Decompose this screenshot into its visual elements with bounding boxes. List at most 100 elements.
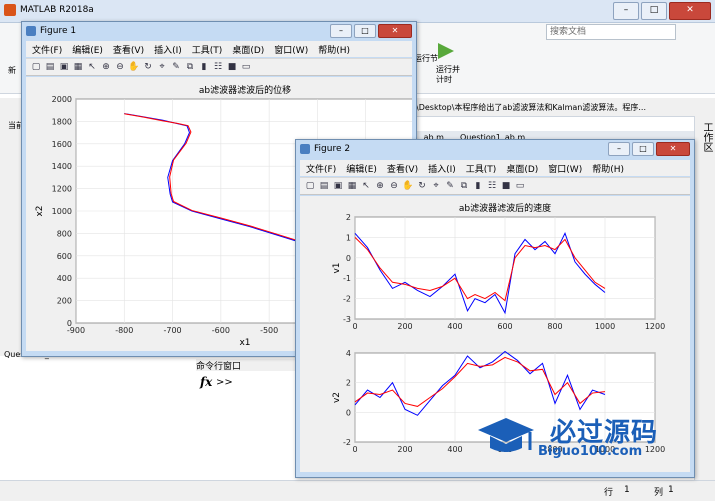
maximize-button[interactable]: □ — [641, 2, 667, 20]
y-tick-label: 200 — [57, 297, 72, 306]
print-icon[interactable]: ▦ — [72, 61, 84, 73]
minimize-button[interactable]: – — [613, 2, 639, 20]
x-tick-label: -700 — [163, 326, 181, 335]
x-tick-label: 0 — [352, 445, 357, 454]
run-section-label[interactable]: 运行节 — [414, 53, 438, 64]
menu-item-6[interactable]: 窗口(W) — [548, 162, 582, 175]
menu-item-0[interactable]: 文件(F) — [306, 162, 336, 175]
menu-item-1[interactable]: 编辑(E) — [72, 43, 103, 56]
run-time-label[interactable]: 运行并 计时 — [436, 65, 460, 85]
y-tick-label: 1200 — [52, 185, 72, 194]
y-tick-label: -2 — [343, 295, 351, 304]
menu-item-7[interactable]: 帮助(H) — [592, 162, 624, 175]
data-cursor-icon[interactable]: ⌖ — [156, 61, 168, 73]
pan-icon[interactable]: ✋ — [402, 180, 414, 192]
menu-item-1[interactable]: 编辑(E) — [346, 162, 377, 175]
y-tick-label: 2 — [346, 213, 351, 222]
legend-icon[interactable]: ☷ — [486, 180, 498, 192]
colorbar-icon[interactable]: ▮ — [472, 180, 484, 192]
close-button[interactable]: ✕ — [669, 2, 711, 20]
y-tick-label: 2000 — [52, 95, 72, 104]
menu-item-4[interactable]: 工具(T) — [466, 162, 497, 175]
y-axis-label: v1 — [332, 262, 342, 273]
x-axis-label: x1 — [239, 338, 250, 348]
menu-item-0[interactable]: 文件(F) — [32, 43, 62, 56]
search-documentation-input[interactable]: 搜索文档 — [546, 24, 676, 40]
menu-item-2[interactable]: 查看(V) — [113, 43, 144, 56]
figure-1-toolbar: ▢ ▤ ▣ ▦ ↖ ⊕ ⊖ ✋ ↻ ⌖ ✎ ⧉ ▮ ☷ ■ ▭ — [26, 58, 412, 76]
menu-item-7[interactable]: 帮助(H) — [318, 43, 350, 56]
link-icon[interactable]: ⧉ — [184, 61, 196, 73]
pointer-icon[interactable]: ↖ — [86, 61, 98, 73]
figure-1-maximize-button[interactable]: □ — [354, 24, 376, 38]
run-time-icon[interactable] — [438, 43, 454, 59]
y-tick-label: -3 — [343, 315, 351, 324]
pointer-icon[interactable]: ↖ — [360, 180, 372, 192]
figure-2-title: Figure 2 — [314, 144, 351, 154]
rotate-icon[interactable]: ↻ — [416, 180, 428, 192]
new-figure-icon[interactable]: ▢ — [30, 61, 42, 73]
zoom-in-icon[interactable]: ⊕ — [374, 180, 386, 192]
fx-icon: fx — [200, 375, 213, 389]
new-button-label[interactable]: 新 — [8, 65, 16, 76]
status-row: 1 — [624, 485, 630, 495]
show-tools-icon[interactable]: ▭ — [240, 61, 252, 73]
save-icon[interactable]: ▣ — [58, 61, 70, 73]
y-tick-label: 1600 — [52, 140, 72, 149]
rotate-icon[interactable]: ↻ — [142, 61, 154, 73]
save-icon[interactable]: ▣ — [332, 180, 344, 192]
x-tick-label: 0 — [352, 322, 357, 331]
y-tick-label: 2 — [346, 379, 351, 388]
command-prompt[interactable]: >> — [216, 377, 233, 388]
menu-item-5[interactable]: 桌面(D) — [232, 43, 264, 56]
y-axis-label: v2 — [332, 392, 342, 403]
matlab-titlebar: MATLAB R2018a – □ ✕ — [0, 0, 715, 23]
pan-icon[interactable]: ✋ — [128, 61, 140, 73]
brush-icon[interactable]: ✎ — [170, 61, 182, 73]
colorbar-icon[interactable]: ▮ — [198, 61, 210, 73]
x-tick-label: 800 — [547, 322, 562, 331]
figure-2-minimize-button[interactable]: – — [608, 142, 630, 156]
hide-tools-icon[interactable]: ■ — [500, 180, 512, 192]
menu-item-5[interactable]: 桌面(D) — [506, 162, 538, 175]
figure-2-maximize-button[interactable]: □ — [632, 142, 654, 156]
x-tick-label: 1200 — [645, 322, 665, 331]
zoom-out-icon[interactable]: ⊖ — [388, 180, 400, 192]
y-tick-label: 1800 — [52, 117, 72, 126]
y-axis-label: x2 — [35, 205, 45, 216]
y-tick-label: 0 — [346, 254, 351, 263]
figure-1-close-button[interactable]: ✕ — [378, 24, 412, 38]
open-icon[interactable]: ▤ — [44, 61, 56, 73]
x-tick-label: 600 — [497, 322, 512, 331]
menu-item-3[interactable]: 插入(I) — [154, 43, 182, 56]
y-tick-label: -2 — [343, 438, 351, 447]
show-tools-icon[interactable]: ▭ — [514, 180, 526, 192]
brush-icon[interactable]: ✎ — [444, 180, 456, 192]
link-icon[interactable]: ⧉ — [458, 180, 470, 192]
print-icon[interactable]: ▦ — [346, 180, 358, 192]
menu-item-2[interactable]: 查看(V) — [387, 162, 418, 175]
command-window[interactable]: fx >> — [196, 371, 296, 481]
legend-icon[interactable]: ☷ — [212, 61, 224, 73]
open-icon[interactable]: ▤ — [318, 180, 330, 192]
y-tick-label: 1 — [346, 233, 351, 242]
y-tick-label: 1000 — [52, 207, 72, 216]
y-tick-label: 600 — [57, 252, 72, 261]
chart-title: ab滤波器滤波后的速度 — [459, 202, 551, 214]
y-tick-label: 0 — [67, 319, 72, 328]
menu-item-4[interactable]: 工具(T) — [192, 43, 223, 56]
data-cursor-icon[interactable]: ⌖ — [430, 180, 442, 192]
figure-1-minimize-button[interactable]: – — [330, 24, 352, 38]
zoom-in-icon[interactable]: ⊕ — [100, 61, 112, 73]
new-figure-icon[interactable]: ▢ — [304, 180, 316, 192]
figure-icon — [26, 26, 36, 36]
zoom-out-icon[interactable]: ⊖ — [114, 61, 126, 73]
menu-item-3[interactable]: 插入(I) — [428, 162, 456, 175]
hide-tools-icon[interactable]: ■ — [226, 61, 238, 73]
y-tick-label: 400 — [57, 274, 72, 283]
figure-2-close-button[interactable]: ✕ — [656, 142, 690, 156]
status-bar: 行 1 列 1 — [0, 480, 715, 501]
menu-item-6[interactable]: 窗口(W) — [274, 43, 308, 56]
graduation-cap-icon — [478, 418, 534, 452]
figure-icon — [300, 144, 310, 154]
